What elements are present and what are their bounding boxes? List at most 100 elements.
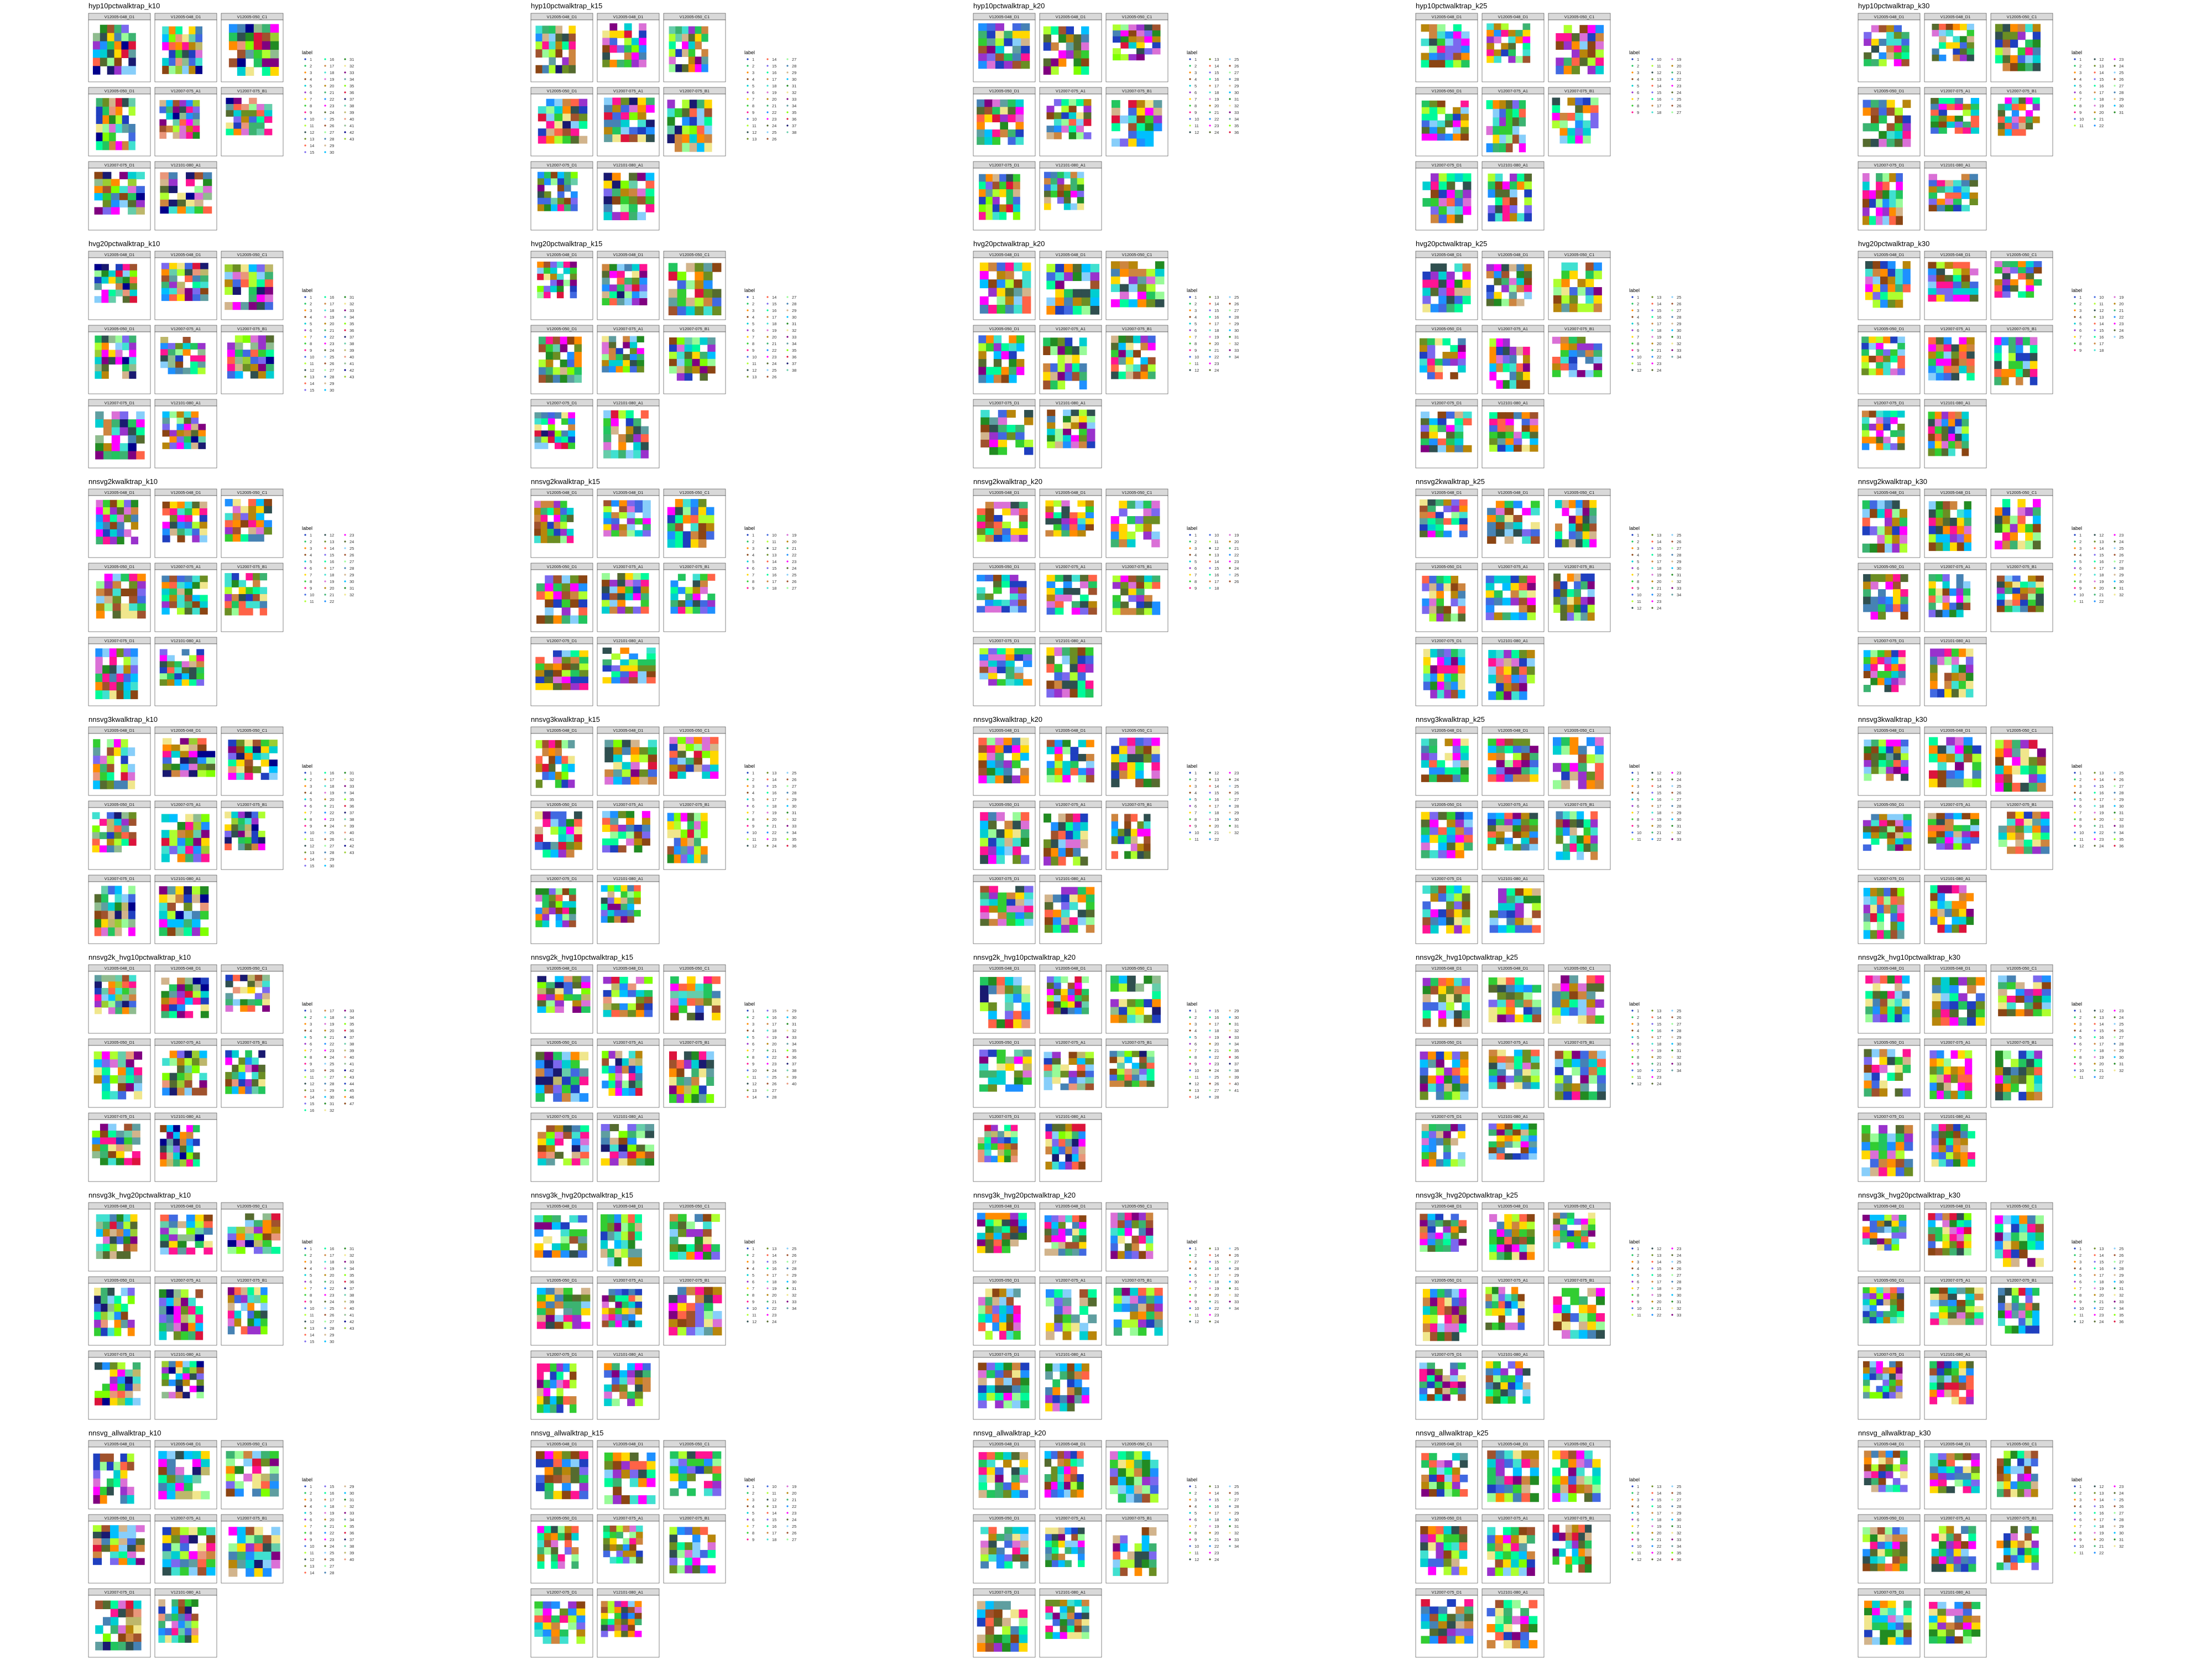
legend-key <box>766 342 769 345</box>
spot-cluster <box>2010 285 2018 292</box>
legend-label: 39 <box>349 348 354 353</box>
spot-cluster <box>1081 264 1091 273</box>
spot-cluster <box>541 412 549 419</box>
spot-cluster <box>1083 112 1092 119</box>
spot-cluster <box>1015 129 1024 138</box>
spot-cluster <box>670 587 679 594</box>
spot-cluster <box>1872 261 1881 269</box>
spot-cluster <box>567 336 575 345</box>
spot-cluster <box>237 33 246 42</box>
spot-cluster <box>1953 54 1960 61</box>
legend-label: 19 <box>772 90 776 95</box>
spot-cluster <box>1125 342 1134 351</box>
spot-cluster <box>1953 42 1960 49</box>
spot-cluster <box>1947 103 1955 111</box>
spot-cluster <box>637 336 644 342</box>
spot-cluster <box>620 659 629 666</box>
spot-cluster <box>1948 441 1955 449</box>
facet-panel: V12005-050_D1 <box>973 325 1036 394</box>
legend-label: 4 <box>2079 77 2081 82</box>
spot-cluster <box>619 524 628 531</box>
legend-label: 13 <box>310 374 314 379</box>
spot-cluster <box>979 174 987 183</box>
spot-cluster <box>1876 342 1884 350</box>
spot-cluster <box>1931 121 1939 128</box>
spot-cluster <box>1072 346 1080 355</box>
spot-cluster <box>999 204 1007 212</box>
facet-panel: V12007-075_B1 <box>663 87 726 157</box>
spot-cluster <box>552 650 562 658</box>
spot-cluster <box>1589 500 1597 508</box>
spot-cluster <box>612 112 622 120</box>
spot-cluster <box>603 212 613 221</box>
spot-cluster <box>555 49 563 58</box>
spot-cluster <box>1953 288 1962 295</box>
spot-cluster <box>1077 178 1084 185</box>
spot-cluster <box>1422 181 1431 190</box>
spot-cluster <box>1516 271 1525 279</box>
spot-cluster <box>979 660 989 667</box>
spot-cluster <box>1593 363 1603 371</box>
spot-cluster <box>1495 181 1503 190</box>
spot-cluster <box>1046 112 1055 119</box>
spot-cluster <box>1948 434 1955 441</box>
spot-cluster <box>612 119 622 128</box>
legend-label: 27 <box>1677 308 1681 313</box>
spot-cluster <box>1001 343 1009 352</box>
spot-cluster <box>1435 512 1444 519</box>
facet-label: V12007-075_A1 <box>613 89 643 93</box>
spot-cluster <box>633 586 641 594</box>
spot-cluster <box>561 591 571 600</box>
spot-cluster <box>563 261 571 268</box>
spot-cluster <box>1437 120 1446 128</box>
spot-cluster <box>238 594 246 602</box>
spot-cluster <box>1454 418 1464 425</box>
legend-label: 14 <box>330 546 334 551</box>
spot-cluster <box>1519 658 1527 667</box>
legend-key <box>1651 560 1653 563</box>
spot-cluster <box>1951 351 1959 360</box>
facet-panel: V12101-080_A1 <box>1481 161 1545 231</box>
spot-cluster <box>1522 372 1530 381</box>
spot-cluster <box>103 500 111 508</box>
spot-cluster <box>1961 205 1970 212</box>
spot-cluster <box>253 594 260 602</box>
legend-key <box>786 296 789 298</box>
spot-cluster <box>117 529 124 537</box>
spot-cluster <box>1071 422 1079 429</box>
spot-cluster <box>637 354 644 361</box>
spot-cluster <box>1137 284 1147 292</box>
legend-label: 23 <box>330 103 334 108</box>
facet-panel: V12005-050_C1 <box>663 488 726 558</box>
spot-cluster <box>103 522 111 530</box>
spot-cluster <box>1057 363 1066 373</box>
legend-key <box>747 105 749 107</box>
legend-key <box>304 534 306 536</box>
spot-cluster <box>979 212 987 220</box>
spot-cluster <box>92 41 101 50</box>
spot-cluster <box>1493 108 1500 118</box>
spot-cluster <box>1886 100 1895 108</box>
spot-cluster <box>1496 338 1504 347</box>
legend-key <box>1209 342 1211 345</box>
spot-cluster <box>192 282 201 289</box>
spot-cluster <box>1959 337 1967 345</box>
spot-cluster <box>1486 126 1494 136</box>
legend-key <box>1189 124 1191 127</box>
spot-cluster <box>624 59 632 67</box>
spot-cluster <box>1936 373 1944 381</box>
spot-cluster <box>1005 270 1014 280</box>
spot-cluster <box>544 178 551 185</box>
spot-cluster <box>987 30 996 39</box>
spot-cluster <box>1497 425 1506 433</box>
spot-cluster <box>1438 263 1447 272</box>
spot-cluster <box>698 499 707 508</box>
spot-cluster <box>200 601 208 608</box>
legend-label: 36 <box>792 117 796 122</box>
spot-cluster <box>136 411 145 420</box>
spot-cluster <box>984 137 993 145</box>
spot-cluster <box>1501 43 1509 50</box>
facet-label: V12005-048_D1 <box>105 490 135 495</box>
spot-cluster <box>1508 56 1516 63</box>
legend-label: 18 <box>772 84 776 89</box>
